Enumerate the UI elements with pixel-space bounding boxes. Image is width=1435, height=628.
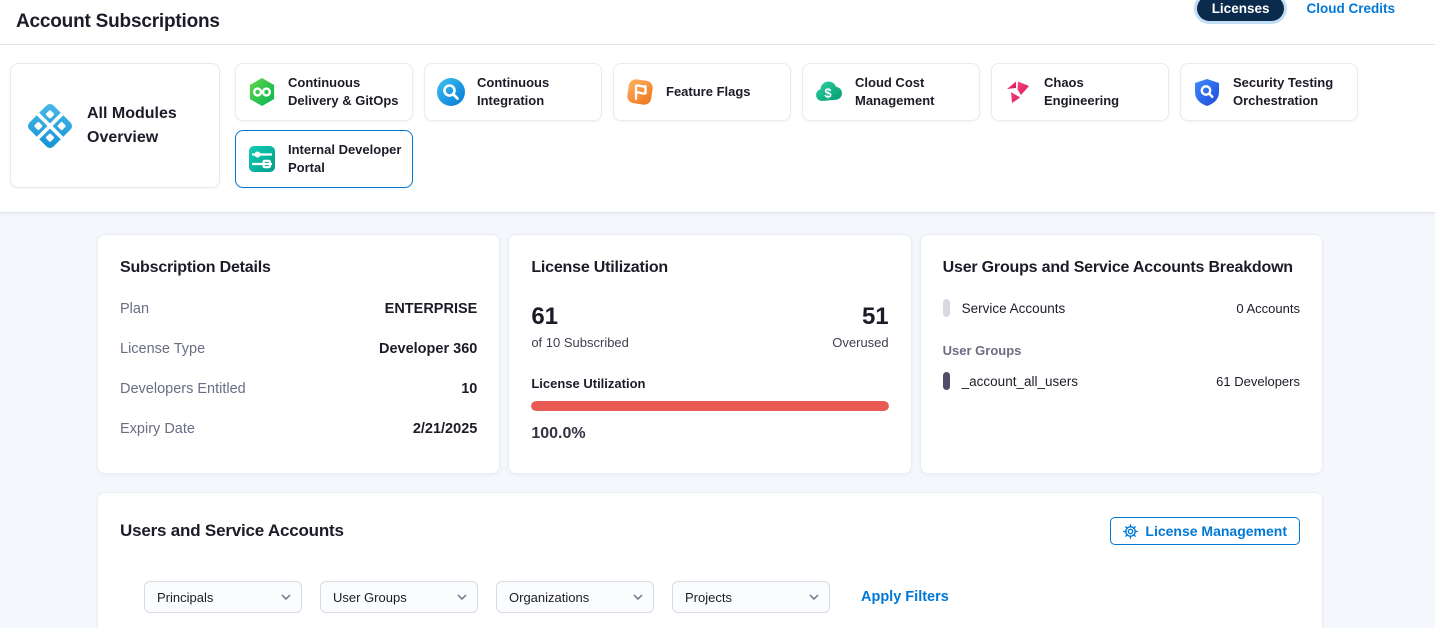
detail-value: 2/21/2025 [413, 421, 478, 437]
chaos-icon [1002, 76, 1034, 108]
top-header: Account Subscriptions Licenses Cloud Cre… [0, 0, 1435, 45]
module-chip-continuous-delivery[interactable]: Continuous Delivery & GitOps [235, 63, 413, 121]
detail-value: 10 [461, 381, 477, 397]
header-tabs: Licenses Cloud Credits [1197, 0, 1395, 21]
license-management-button[interactable]: License Management [1110, 517, 1300, 545]
detail-row-plan: Plan ENTERPRISE [120, 301, 477, 317]
overused-count: 51 [832, 303, 888, 331]
gear-icon [1123, 524, 1138, 539]
module-chip-internal-developer-portal[interactable]: Internal Developer Portal [235, 130, 413, 188]
detail-value: ENTERPRISE [385, 301, 478, 317]
module-chip-label: Continuous Integration [477, 74, 591, 109]
all-modules-overview-card[interactable]: All Modules Overview [10, 63, 220, 188]
idp-icon [246, 143, 278, 175]
module-chip-label: Internal Developer Portal [288, 141, 402, 176]
overused-block: 51 Overused [832, 303, 888, 350]
detail-row-expiry-date: Expiry Date 2/21/2025 [120, 421, 477, 437]
service-accounts-marker [943, 299, 950, 317]
utilization-progress-track [531, 401, 888, 411]
svg-text:$: $ [824, 86, 832, 101]
cd-icon [246, 76, 278, 108]
user-group-value: 61 Developers [1216, 374, 1300, 389]
ci-icon [435, 76, 467, 108]
module-chip-security-testing[interactable]: Security Testing Orchestration [1180, 63, 1358, 121]
service-accounts-row: Service Accounts 0 Accounts [943, 299, 1300, 317]
page-title: Account Subscriptions [16, 11, 220, 33]
tab-cloud-credits[interactable]: Cloud Credits [1306, 1, 1395, 16]
license-management-label: License Management [1145, 523, 1287, 539]
service-accounts-value: 0 Accounts [1236, 301, 1300, 316]
user-group-row: _account_all_users 61 Developers [943, 372, 1300, 390]
used-block: 61 of 10 Subscribed [531, 303, 629, 350]
user-group-marker [943, 372, 950, 390]
overused-caption: Overused [832, 335, 888, 350]
module-chip-feature-flags[interactable]: Feature Flags [613, 63, 791, 121]
detail-label: Expiry Date [120, 421, 195, 437]
security-icon [1191, 76, 1223, 108]
feature-flags-icon [624, 76, 656, 108]
user-groups-filter-dropdown[interactable]: User Groups [320, 581, 478, 613]
utilization-bar-label: License Utilization [531, 376, 888, 391]
subscription-details-card: Subscription Details Plan ENTERPRISE Lic… [97, 234, 500, 474]
utilization-percent: 100.0% [531, 425, 888, 443]
filter-label: Organizations [509, 590, 589, 605]
tab-licenses[interactable]: Licenses [1197, 0, 1285, 21]
detail-row-developers-entitled: Developers Entitled 10 [120, 381, 477, 397]
used-caption: of 10 Subscribed [531, 335, 629, 350]
principals-filter-dropdown[interactable]: Principals [144, 581, 302, 613]
detail-label: License Type [120, 341, 205, 357]
module-chip-continuous-integration[interactable]: Continuous Integration [424, 63, 602, 121]
module-picker-band: All Modules Overview Continuous Delivery… [0, 45, 1435, 213]
detail-row-license-type: License Type Developer 360 [120, 341, 477, 357]
cloud-cost-icon: $ [813, 76, 845, 108]
license-utilization-card: License Utilization 61 of 10 Subscribed … [508, 234, 911, 474]
detail-label: Developers Entitled [120, 381, 246, 397]
apply-filters-link[interactable]: Apply Filters [861, 589, 949, 605]
detail-label: Plan [120, 301, 149, 317]
organizations-filter-dropdown[interactable]: Organizations [496, 581, 654, 613]
used-count: 61 [531, 303, 629, 331]
module-chip-grid: Continuous Delivery & GitOps Continuous … [235, 63, 1375, 188]
users-service-accounts-card: Users and Service Accounts License Manag… [97, 492, 1323, 628]
module-chip-label: Chaos Engineering [1044, 74, 1158, 109]
module-chip-chaos-engineering[interactable]: Chaos Engineering [991, 63, 1169, 121]
chevron-down-icon [809, 594, 819, 600]
users-section-header: Users and Service Accounts License Manag… [120, 517, 1300, 545]
all-modules-overview-label: All Modules Overview [87, 102, 205, 150]
users-section-title: Users and Service Accounts [120, 521, 344, 541]
summary-cards-row: Subscription Details Plan ENTERPRISE Lic… [97, 234, 1323, 474]
module-chip-label: Feature Flags [666, 83, 751, 101]
module-chip-cloud-cost[interactable]: $ Cloud Cost Management [802, 63, 980, 121]
user-groups-section-label: User Groups [943, 343, 1300, 358]
filter-label: Projects [685, 590, 732, 605]
service-accounts-label: Service Accounts [962, 301, 1066, 316]
chevron-down-icon [457, 594, 467, 600]
filter-label: User Groups [333, 590, 407, 605]
subscription-details-rows: Plan ENTERPRISE License Type Developer 3… [120, 301, 477, 437]
filter-label: Principals [157, 590, 213, 605]
subscription-details-title: Subscription Details [120, 259, 477, 277]
filters-row: Principals User Groups Organizations Pro… [144, 581, 1300, 613]
detail-value: Developer 360 [379, 341, 477, 357]
license-utilization-title: License Utilization [531, 259, 888, 277]
projects-filter-dropdown[interactable]: Projects [672, 581, 830, 613]
breakdown-card: User Groups and Service Accounts Breakdo… [920, 234, 1323, 474]
utilization-numbers: 61 of 10 Subscribed 51 Overused [531, 303, 888, 350]
all-modules-icon [25, 101, 75, 151]
utilization-progress-fill [531, 401, 888, 411]
chevron-down-icon [281, 594, 291, 600]
chevron-down-icon [633, 594, 643, 600]
module-chip-label: Continuous Delivery & GitOps [288, 74, 402, 109]
user-group-name: _account_all_users [962, 374, 1078, 389]
module-chip-label: Cloud Cost Management [855, 74, 969, 109]
module-chip-label: Security Testing Orchestration [1233, 74, 1347, 109]
breakdown-title: User Groups and Service Accounts Breakdo… [943, 259, 1300, 277]
